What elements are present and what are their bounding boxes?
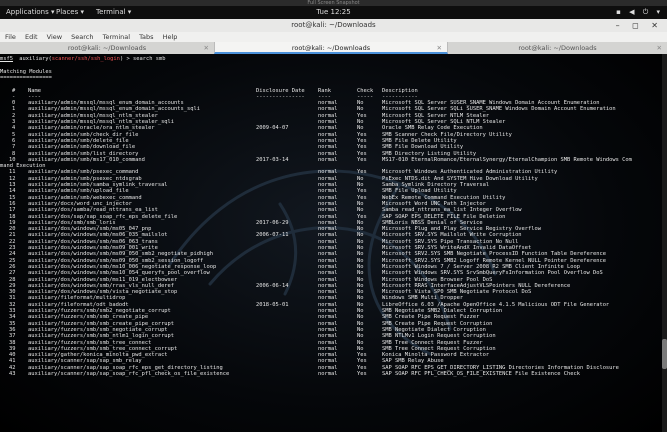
module-name: auxiliary/admin/smb/ms17_010_command (28, 156, 145, 163)
window-title: root@kali: ~/Downloads (291, 21, 376, 29)
menu-terminal[interactable]: Terminal (103, 33, 130, 41)
close-tab-icon[interactable]: ✕ (657, 42, 662, 54)
tab-label: root@kali: ~/Downloads (291, 44, 371, 52)
tab-3[interactable]: root@kali: ~/Downloads ✕ (448, 42, 667, 54)
rank: normal (318, 371, 338, 377)
menu-search[interactable]: Search (71, 33, 93, 41)
menu-file[interactable]: File (5, 33, 16, 41)
col-rule: --------------- (256, 93, 305, 100)
scrollbar-thumb[interactable] (662, 339, 667, 369)
menu-bar: File Edit View Search Terminal Tabs Help (0, 32, 667, 42)
prompt-msf: msf5 (0, 56, 13, 62)
description: SAP SOAP RFC PFL_CHECK_OS_FILE_EXISTENCE… (382, 371, 580, 377)
window-controls-icon[interactable]: – ◻ ✕ (616, 19, 663, 32)
menu-view[interactable]: View (47, 33, 62, 41)
close-tab-icon[interactable]: ✕ (204, 42, 209, 54)
disclosure-date: 2017-06-29 (256, 219, 289, 226)
clock[interactable]: Tue 12:25 (0, 6, 667, 19)
terminal-scrollbar[interactable] (662, 54, 667, 432)
system-tray-icons[interactable]: ▪ ◀ ⏻ ▾ (616, 6, 663, 19)
tab-2-active[interactable]: root@kali: ~/Downloads ✕ (214, 42, 448, 54)
menu-help[interactable]: Help (163, 33, 178, 41)
tab-label: root@kali: ~/Downloads (67, 44, 147, 52)
close-tab-icon[interactable]: ✕ (437, 42, 442, 54)
row-num: 43 (9, 371, 16, 377)
tab-bar: root@kali: ~/Downloads ✕ root@kali: ~/Do… (0, 42, 667, 54)
description: MS17-010 EternalRomance/EternalSynergy/E… (382, 156, 632, 163)
menu-tabs[interactable]: Tabs (139, 33, 153, 41)
disclosure-date: 2009-04-07 (256, 125, 289, 132)
terminal-output[interactable]: msf5 auxiliary(scanner/ssh/ssh_login) > s… (0, 54, 662, 432)
disclosure-date: 2006-06-14 (256, 282, 289, 289)
disclosure-date: 2006-07-11 (256, 232, 289, 239)
module-name: auxiliary/scanner/sap/sap_soap_rfc_pfl_c… (28, 371, 230, 377)
prompt-module: scanner/ssh/ssh_login (51, 56, 120, 62)
disclosure-date: 2018-05-01 (256, 301, 289, 308)
prompt-context: auxiliary( (19, 56, 52, 62)
heading-rule: ================ (0, 74, 52, 81)
menu-edit[interactable]: Edit (25, 33, 38, 41)
prompt-command: ) > search smb (120, 56, 166, 62)
disclosure-date: 2017-03-14 (256, 156, 289, 163)
check: Yes (357, 371, 367, 377)
tab-1[interactable]: root@kali: ~/Downloads ✕ (0, 42, 214, 54)
check: Yes (357, 156, 367, 163)
top-panel: Applications ▾ Places ▾ Terminal ▾ Tue 1… (0, 6, 667, 19)
rank: normal (318, 156, 338, 163)
tab-label: root@kali: ~/Downloads (518, 44, 597, 52)
window-titlebar[interactable]: root@kali: ~/Downloads – ◻ ✕ (0, 19, 667, 33)
